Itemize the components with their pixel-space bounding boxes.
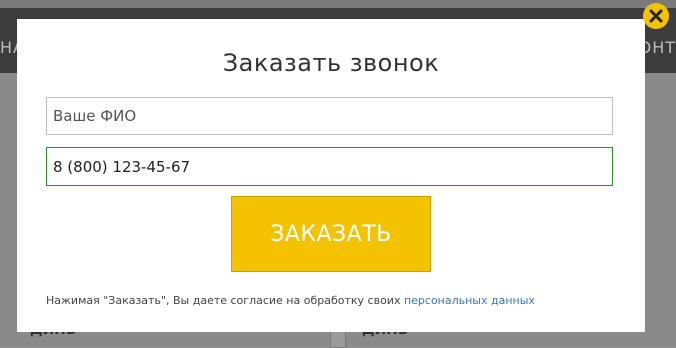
background-top-strip <box>0 0 676 8</box>
close-button[interactable] <box>643 3 669 29</box>
personal-data-link[interactable]: персональных данных <box>404 294 535 307</box>
consent-note: Нажимая "Заказать", Вы даете согласие на… <box>46 294 535 307</box>
close-icon <box>649 9 663 23</box>
callback-modal: Заказать звонок ЗАКАЗАТЬ Нажимая "Заказа… <box>17 19 645 332</box>
order-button[interactable]: ЗАКАЗАТЬ <box>231 196 431 272</box>
background-divider <box>330 330 346 348</box>
name-input[interactable] <box>46 97 613 135</box>
modal-title: Заказать звонок <box>222 49 440 77</box>
phone-input[interactable] <box>46 147 613 186</box>
consent-text: Нажимая "Заказать", Вы даете согласие на… <box>46 294 404 307</box>
